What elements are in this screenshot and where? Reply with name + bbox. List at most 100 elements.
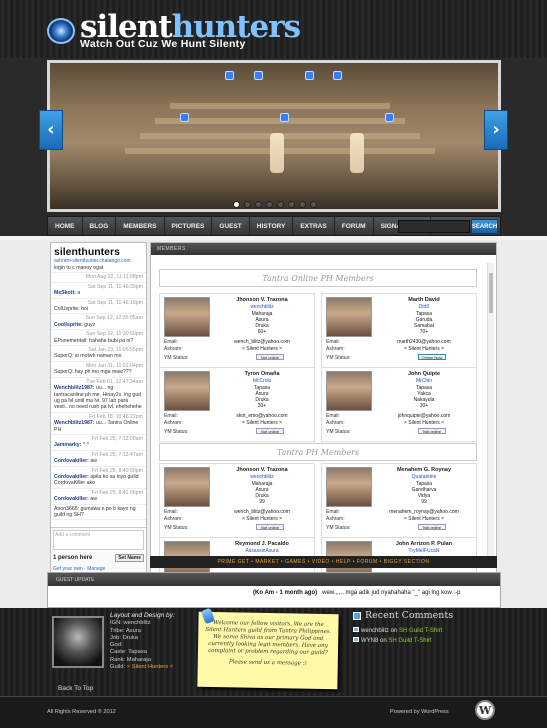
logo-gear-icon[interactable] xyxy=(47,18,75,44)
recent-comment[interactable]: wenchblitz on SH Guild T-Shirt xyxy=(353,627,442,634)
slider-dot[interactable] xyxy=(299,201,306,208)
member-email[interactable]: skot_emo@yahoo.com xyxy=(212,413,312,419)
ym-label: YM Status: xyxy=(326,429,351,435)
member-level: 30+ xyxy=(257,403,267,409)
chat-user[interactable]: Wenchblitz1987: xyxy=(54,420,95,426)
footer-links[interactable]: PRIME GET • MARKET • GAMES • VIDEO • HEL… xyxy=(150,556,497,568)
blue-light-icon xyxy=(385,113,394,122)
email-label: Email: xyxy=(164,509,178,515)
comment-post[interactable]: SH Guild T-Shirt xyxy=(388,638,431,644)
nav-extras[interactable]: EXTRAS xyxy=(293,217,335,235)
wordpress-icon[interactable]: W xyxy=(475,700,495,720)
powered-by[interactable]: Powered by WordPress xyxy=(390,709,449,715)
slider-next-button[interactable]: › xyxy=(484,110,508,150)
section-title: Tantra Online PH Members xyxy=(159,269,477,287)
nav-forum[interactable]: FORUM xyxy=(335,217,374,235)
member-card: Marth David Dirt0 Tapasa Garuda Samabat 70+ Em… xyxy=(321,293,477,368)
chat-message: Sun Sep 12, 11:30:50pm EPunementall: haha… xyxy=(51,330,146,347)
slider-dot[interactable] xyxy=(310,201,317,208)
member-photo[interactable] xyxy=(326,467,372,507)
image-slider[interactable] xyxy=(47,60,501,212)
chat-user[interactable]: Wenchblitz1987: xyxy=(54,385,95,391)
ashram-label: Ashram: xyxy=(326,420,345,426)
member-screen-name[interactable]: AssassinAsura xyxy=(212,548,312,554)
email-label: Email: xyxy=(326,339,340,345)
member-email[interactable]: johnquipte@yahoo.com xyxy=(374,413,474,419)
nav-blog[interactable]: BLOG xyxy=(83,217,117,235)
ym-label: YM Status: xyxy=(164,429,189,435)
chat-user[interactable]: Cordovakiller: xyxy=(54,458,89,464)
member-email[interactable]: menahem_roynay@yahoo.com xyxy=(374,509,474,515)
guest-header: GUEST UPDATE xyxy=(48,573,500,586)
search-button[interactable]: SEARCH xyxy=(471,219,498,234)
member-email[interactable]: wench_blitz@yahoo.com xyxy=(212,509,312,515)
blue-light-icon xyxy=(225,71,234,80)
member-photo[interactable] xyxy=(326,371,372,411)
chat-user[interactable]: Cordovakiller: xyxy=(54,496,89,502)
slider-prev-button[interactable]: ‹ xyxy=(39,110,63,150)
designer-avatar xyxy=(52,616,104,668)
set-name-button[interactable]: Set Name xyxy=(115,554,144,562)
nav-home[interactable]: HOME xyxy=(48,217,83,235)
chat-text: SuperQ: hay ph mo mga maw??? xyxy=(54,369,132,376)
character-figure xyxy=(270,133,284,173)
chat-user[interactable]: Coollsprite: xyxy=(54,322,83,328)
slider-dot[interactable] xyxy=(277,201,284,208)
chat-user[interactable]: Cordovakiller: xyxy=(54,474,89,480)
member-screen-name[interactable]: MrChin xyxy=(374,378,474,384)
nav-history[interactable]: HISTORY xyxy=(250,217,294,235)
chat-message: Sat Sep 11, 11:46:30pm MeSkott: a xyxy=(51,283,146,299)
member-screen-name[interactable]: TryMeIFUcaN xyxy=(374,548,474,554)
member-email[interactable]: marth2430@yahoo.com xyxy=(374,339,474,345)
slider-dot[interactable] xyxy=(255,201,262,208)
slider-dot[interactable] xyxy=(233,201,240,208)
member-name: Menahem G. Roynay xyxy=(396,467,452,473)
slider-dot[interactable] xyxy=(288,201,295,208)
member-photo[interactable] xyxy=(164,371,210,411)
member-email[interactable]: wench_blitz@yahoo.com xyxy=(212,339,312,345)
ym-status-badge[interactable]: Not online xyxy=(418,524,446,530)
blue-light-icon xyxy=(180,113,189,122)
chat-message: Mon Jan 31, 11:01:04pm SuperQ: hay ph mo … xyxy=(51,362,146,378)
ashram-label: Ashram: xyxy=(164,346,183,352)
ym-status-badge[interactable]: Online Now xyxy=(418,354,446,360)
chat-user[interactable]: MeSkott: xyxy=(54,290,76,296)
ym-status-badge[interactable]: Not online xyxy=(256,524,284,530)
scrollbar[interactable] xyxy=(487,263,494,563)
member-ashram: × Silent Hunters × xyxy=(241,516,283,522)
search-input[interactable] xyxy=(398,220,470,233)
recent-comments-title: Recent Comments xyxy=(365,610,454,621)
slider-dot[interactable] xyxy=(244,201,251,208)
member-screen-name[interactable]: McCrois xyxy=(212,378,312,384)
stair xyxy=(170,103,390,109)
email-label: Email: xyxy=(326,509,340,515)
nav-guest[interactable]: GUEST xyxy=(212,217,250,235)
ym-status-badge[interactable]: Not online xyxy=(256,428,284,434)
nav-members[interactable]: MEMBERS xyxy=(116,217,165,235)
member-name: Reymond J. Pacaldo xyxy=(235,541,289,547)
nav-pictures[interactable]: PICTURES xyxy=(165,217,213,235)
chat-title: silenthunters xyxy=(54,246,120,258)
comment-post[interactable]: SH Guild T-Shirt xyxy=(399,628,442,634)
guest-update: GUEST UPDATE (Ko Am - 1 month ago) wew.,… xyxy=(47,572,501,608)
comments-icon xyxy=(353,612,361,620)
email-label: Email: xyxy=(326,413,340,419)
chat-messages[interactable]: login to c manoy egat Mon Aug 22, 11:11:0… xyxy=(51,264,146,521)
member-photo[interactable] xyxy=(164,297,210,337)
member-photo[interactable] xyxy=(326,297,372,337)
ym-status-badge[interactable]: Not online xyxy=(256,354,284,360)
member-screen-name[interactable]: Quarantine xyxy=(374,474,474,480)
member-screen-name[interactable]: Dirt0 xyxy=(374,304,474,310)
chat-user[interactable]: Jammarky: xyxy=(54,442,81,448)
member-photo[interactable] xyxy=(164,467,210,507)
member-name: Jhonson V. Trazona xyxy=(236,297,288,303)
member-screen-name[interactable]: wenchblitz xyxy=(212,474,312,480)
member-name: Marth David xyxy=(408,297,440,303)
back-to-top-link[interactable]: Back To Top xyxy=(58,685,93,692)
ym-status-badge[interactable]: Not online xyxy=(418,428,446,434)
member-level: 99 xyxy=(421,499,427,505)
slider-dot[interactable] xyxy=(266,201,273,208)
member-screen-name[interactable]: wenchblitz xyxy=(212,304,312,310)
chat-input[interactable]: Add a comment xyxy=(53,530,144,550)
recent-comment[interactable]: WYN8 on SH Guild T-Shirt xyxy=(353,637,432,644)
